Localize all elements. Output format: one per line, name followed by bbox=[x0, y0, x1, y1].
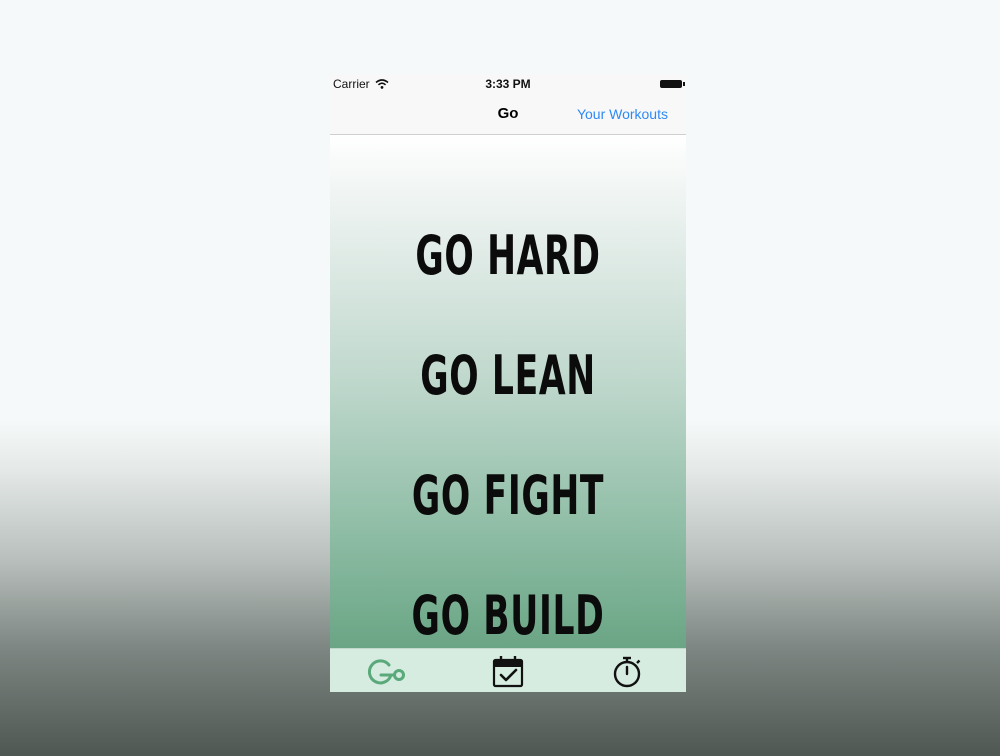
status-bar: Carrier 3:33 PM bbox=[330, 74, 686, 94]
go-fight-option[interactable]: GO FIGHT bbox=[394, 464, 622, 528]
navigation-bar: Go Your Workouts bbox=[330, 94, 686, 135]
go-hard-option[interactable]: GO HARD bbox=[394, 224, 622, 288]
tab-timer[interactable] bbox=[568, 649, 686, 692]
go-build-option[interactable]: GO BUILD bbox=[394, 584, 622, 648]
go-lean-option[interactable]: GO LEAN bbox=[394, 344, 622, 408]
phone-screen: Carrier 3:33 PM Go Your Workouts GO HARD… bbox=[330, 74, 686, 692]
your-workouts-button[interactable]: Your Workouts bbox=[577, 106, 668, 122]
calendar-check-icon bbox=[492, 656, 524, 688]
workout-options: GO HARD GO LEAN GO FIGHT GO BUILD bbox=[330, 135, 686, 648]
battery-icon bbox=[660, 80, 682, 88]
tab-calendar[interactable] bbox=[449, 649, 567, 692]
go-logo-icon bbox=[367, 659, 405, 685]
battery-tip bbox=[683, 82, 685, 86]
tab-bar bbox=[330, 648, 686, 692]
tab-go[interactable] bbox=[330, 649, 448, 692]
stopwatch-icon bbox=[613, 656, 641, 688]
status-time: 3:33 PM bbox=[485, 77, 531, 91]
